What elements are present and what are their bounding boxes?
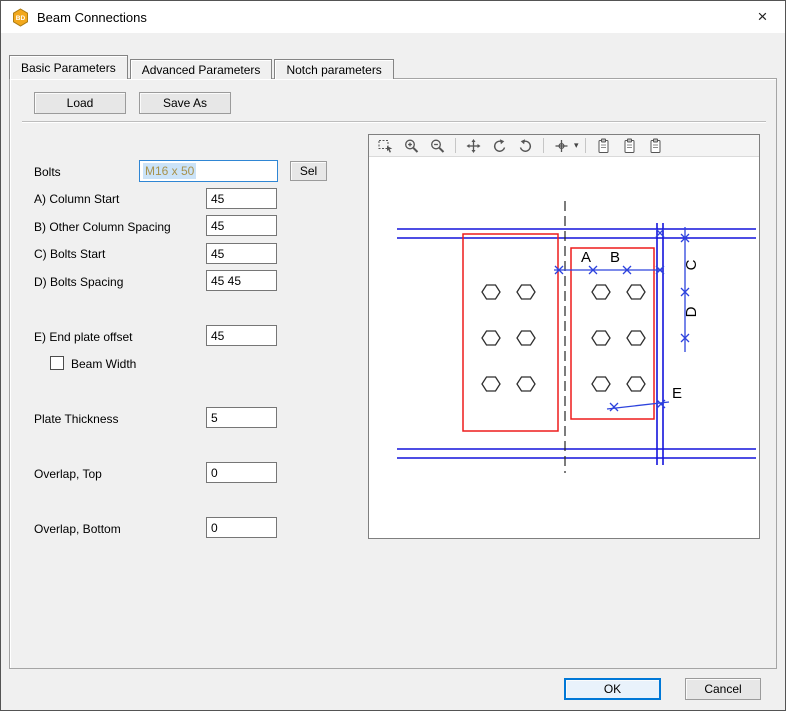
preview-toolbar: ▾	[369, 135, 759, 157]
sel-button[interactable]: Sel	[290, 161, 327, 181]
plate-thickness-label: Plate Thickness	[34, 412, 119, 426]
preview-pane: ▾	[368, 134, 760, 539]
app-icon-text: BD	[16, 15, 26, 22]
pan-icon	[465, 138, 482, 154]
clipboard-button-2[interactable]	[618, 137, 641, 155]
bolts-value: M16 x 50	[143, 163, 196, 179]
clipboard-button-1[interactable]	[592, 137, 615, 155]
titlebar: BD Beam Connections ×	[1, 1, 785, 33]
overlap-top-input[interactable]	[206, 462, 277, 483]
toolbar-separator	[585, 138, 586, 153]
clipboard-icon	[595, 138, 612, 154]
rotate-right-icon	[517, 138, 534, 154]
overlap-top-label: Overlap, Top	[34, 467, 102, 481]
dim-label-e: E	[672, 385, 682, 402]
dim-label-d: D	[683, 306, 700, 317]
toolbar-separator	[455, 138, 456, 153]
beam-width-label: Beam Width	[71, 357, 136, 371]
clipboard-icon	[647, 138, 664, 154]
crosshair-icon	[553, 138, 570, 154]
bolts-start-input[interactable]	[206, 243, 277, 264]
window-title: Beam Connections	[37, 10, 147, 25]
end-plate-offset-input[interactable]	[206, 325, 277, 346]
other-column-spacing-label: B) Other Column Spacing	[34, 220, 171, 234]
plate-thickness-input[interactable]	[206, 407, 277, 428]
tab-advanced-parameters[interactable]: Advanced Parameters	[130, 59, 273, 79]
app-icon: BD	[11, 8, 30, 27]
end-plate-offset-label: E) End plate offset	[34, 330, 133, 344]
other-column-spacing-input[interactable]	[206, 215, 277, 236]
zoom-in-icon	[403, 138, 420, 154]
beam-flange-lines	[397, 223, 756, 465]
cancel-button[interactable]: Cancel	[685, 678, 761, 700]
rotate-left-icon	[491, 138, 508, 154]
rotate-right-button[interactable]	[514, 137, 537, 155]
zoom-out-icon	[429, 138, 446, 154]
beam-width-checkbox[interactable]	[50, 356, 64, 370]
beam-connections-dialog: BD Beam Connections × Basic Parameters A…	[0, 0, 786, 711]
overlap-bottom-input[interactable]	[206, 517, 277, 538]
bolts-input[interactable]: M16 x 50	[139, 160, 278, 182]
close-icon: ×	[758, 7, 768, 27]
column-start-label: A) Column Start	[34, 192, 119, 206]
dimension-marks	[554, 227, 689, 411]
dim-label-c: C	[683, 259, 700, 270]
ok-button[interactable]: OK	[564, 678, 661, 700]
zoom-out-button[interactable]	[426, 137, 449, 155]
zoom-window-button[interactable]	[374, 137, 397, 155]
zoom-window-icon	[377, 138, 394, 154]
connection-drawing: A B C D E	[369, 157, 759, 538]
tab-basic-parameters[interactable]: Basic Parameters	[9, 55, 128, 79]
dim-label-a: A	[581, 249, 591, 266]
pan-button[interactable]	[462, 137, 485, 155]
close-button[interactable]: ×	[740, 1, 785, 33]
save-as-button[interactable]: Save As	[139, 92, 231, 114]
separator-line	[22, 121, 766, 123]
column-start-input[interactable]	[206, 188, 277, 209]
zoom-in-button[interactable]	[400, 137, 423, 155]
bolts-start-label: C) Bolts Start	[34, 247, 105, 261]
bolts-spacing-label: D) Bolts Spacing	[34, 275, 123, 289]
dropdown-arrow-icon[interactable]: ▾	[574, 140, 579, 151]
overlap-bottom-label: Overlap, Bottom	[34, 522, 121, 536]
bolts-spacing-input[interactable]	[206, 270, 277, 291]
dim-label-b: B	[610, 249, 620, 266]
toolbar-separator	[543, 138, 544, 153]
tab-strip: Basic Parameters Advanced Parameters Not…	[9, 55, 396, 79]
tab-notch-parameters[interactable]: Notch parameters	[274, 59, 393, 79]
crosshair-button[interactable]	[550, 137, 573, 155]
rotate-left-button[interactable]	[488, 137, 511, 155]
clipboard-icon	[621, 138, 638, 154]
load-button[interactable]: Load	[34, 92, 126, 114]
bolt-holes	[482, 285, 645, 391]
bolts-label: Bolts	[34, 165, 61, 179]
clipboard-button-3[interactable]	[644, 137, 667, 155]
